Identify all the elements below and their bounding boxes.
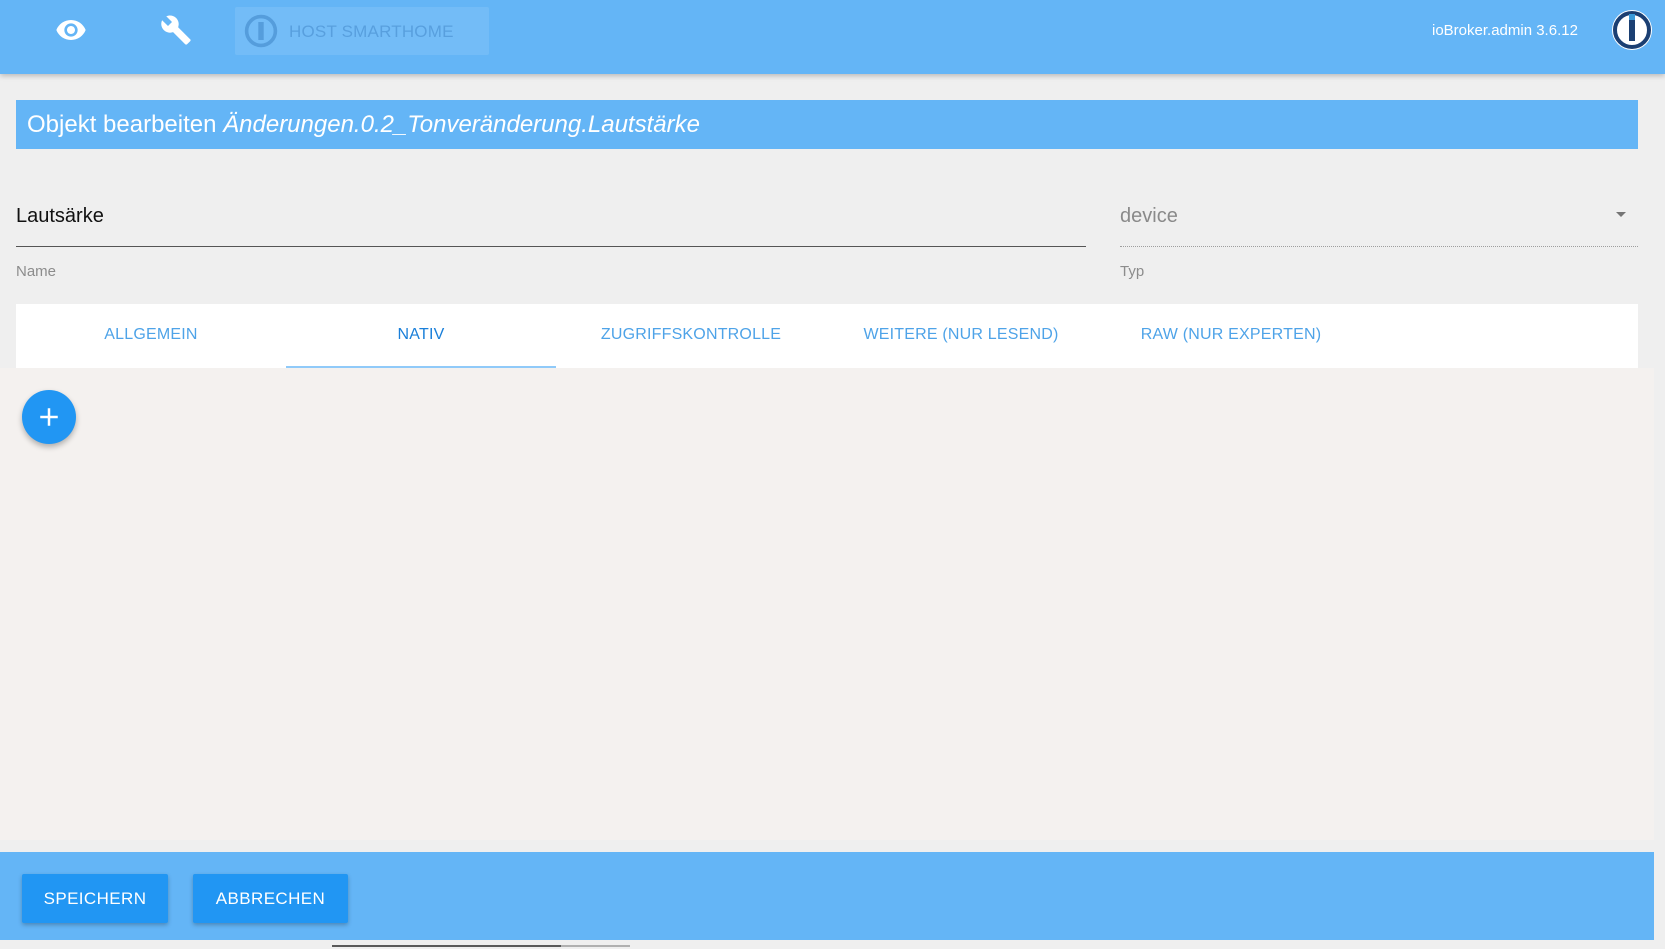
type-select-value: device xyxy=(1120,205,1178,227)
plus-icon xyxy=(40,408,58,426)
tab-nativ[interactable]: NATIV xyxy=(286,304,556,368)
iobroker-logo-icon xyxy=(244,14,278,48)
dialog-title: Objekt bearbeiten Änderungen.0.2_Tonverä… xyxy=(16,100,1638,149)
save-button[interactable]: SPEICHERN xyxy=(22,874,168,923)
tab-weitere[interactable]: WEITERE (NUR LESEND) xyxy=(826,304,1096,368)
type-select[interactable]: device xyxy=(1120,196,1638,247)
tab-allgemein[interactable]: ALLGEMEIN xyxy=(16,304,286,368)
tab-raw[interactable]: RAW (NUR EXPERTEN) xyxy=(1096,304,1366,368)
tab-label: ALLGEMEIN xyxy=(104,326,198,343)
eye-icon xyxy=(56,20,86,40)
top-app-bar: HOST SMARTHOME ioBroker.admin 3.6.12 xyxy=(0,0,1665,74)
iobroker-logo-icon[interactable] xyxy=(1610,8,1654,52)
name-field xyxy=(16,196,1086,247)
add-attribute-button[interactable] xyxy=(22,390,76,444)
cancel-button[interactable]: ABBRECHEN xyxy=(193,874,348,923)
settings-button[interactable] xyxy=(152,6,200,54)
app-version: ioBroker.admin 3.6.12 xyxy=(1432,22,1578,39)
name-field-label: Name xyxy=(16,263,57,280)
view-button[interactable] xyxy=(47,6,95,54)
tab-label: RAW (NUR EXPERTEN) xyxy=(1140,326,1322,343)
tab-label: ZUGRIFFSKONTROLLE xyxy=(600,326,782,343)
host-selector[interactable]: HOST SMARTHOME xyxy=(235,7,489,55)
type-select-label: Typ xyxy=(1120,263,1145,280)
scrollbar-fragment xyxy=(561,945,630,947)
host-label: HOST SMARTHOME xyxy=(289,22,454,41)
dialog-title-prefix: Objekt bearbeiten xyxy=(27,111,217,138)
tab-label: NATIV xyxy=(397,326,445,343)
scrollbar-fragment xyxy=(332,945,561,947)
native-tab-panel xyxy=(0,368,1654,840)
tab-bar: ALLGEMEIN NATIV ZUGRIFFSKONTROLLE WEITER… xyxy=(16,304,1638,368)
tab-zugriffskontrolle[interactable]: ZUGRIFFSKONTROLLE xyxy=(556,304,826,368)
tab-label: WEITERE (NUR LESEND) xyxy=(863,326,1059,343)
wrench-icon xyxy=(161,15,191,45)
dialog-actions: SPEICHERN ABBRECHEN xyxy=(0,852,1654,940)
dropdown-arrow-icon xyxy=(1616,212,1626,217)
object-id: Änderungen.0.2_Tonveränderung.Lautstärke xyxy=(223,111,700,138)
name-input[interactable] xyxy=(16,200,1086,232)
